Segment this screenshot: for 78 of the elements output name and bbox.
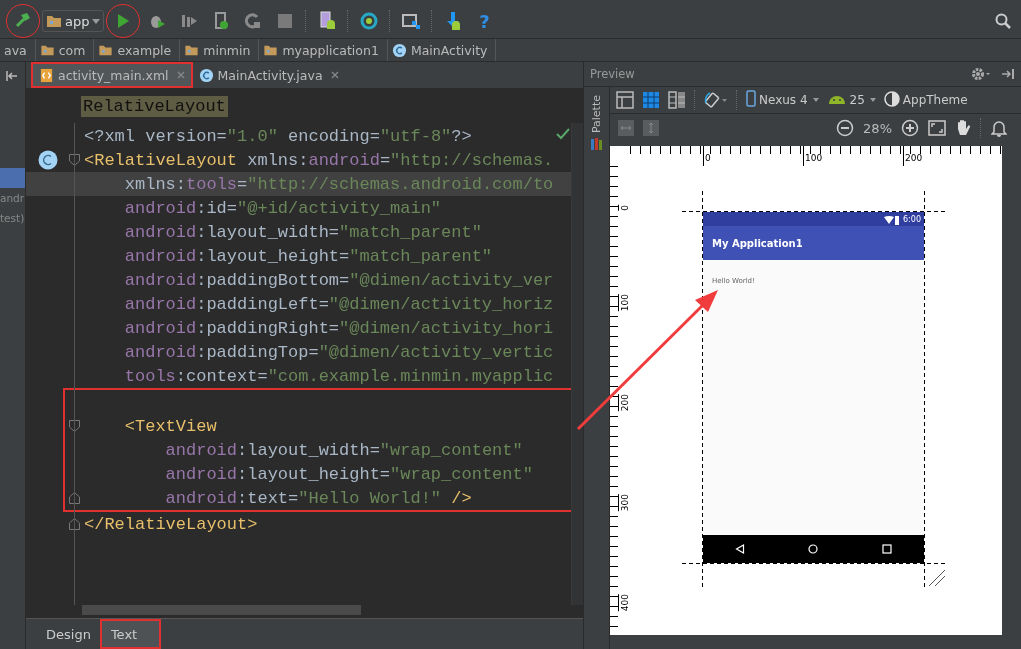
books-icon (589, 137, 604, 152)
run-config-dropdown[interactable]: app (42, 10, 105, 32)
code-text: <TextView (123, 416, 217, 436)
fold-marker-icon[interactable] (69, 518, 80, 530)
phone-icon (746, 90, 756, 110)
split-view-icon[interactable] (668, 91, 686, 109)
code-text: android:paddingRight="@dimen/activity_hori (123, 318, 554, 338)
fold-marker-icon[interactable] (69, 154, 80, 166)
bell-icon[interactable] (991, 119, 1007, 137)
folder-icon (184, 43, 200, 57)
code-text: tools:context="com.example.minmin.myapplic (123, 366, 554, 386)
code-text: android:id="@+id/activity_main" (123, 198, 442, 218)
editor-mode-tab[interactable]: Design (37, 619, 100, 649)
android-folder-icon (46, 13, 62, 29)
code-text: android:paddingTop="@dimen/activity_vertic (123, 342, 554, 362)
folder-icon (263, 43, 279, 57)
breadcrumb-item[interactable]: ava (0, 39, 36, 61)
app-title: My Application1 (712, 237, 803, 249)
caret-icon (92, 18, 101, 24)
xml-file-icon (39, 67, 54, 83)
sync-icon (359, 11, 380, 31)
code-text: xmlns:tools="http://schemas.android.com/to (123, 174, 554, 194)
back-icon[interactable] (734, 544, 745, 554)
class-icon (198, 67, 214, 83)
gear-icon[interactable] (971, 67, 991, 81)
phone-android-icon (317, 11, 338, 31)
theme-dropdown[interactable]: AppTheme (883, 90, 968, 110)
close-icon[interactable] (330, 71, 339, 79)
code-text: android:paddingBottom="@dimen/activity_ver (123, 270, 554, 290)
resize-handle-icon[interactable] (928, 569, 946, 587)
class-icon (391, 42, 407, 58)
breadcrumb-item[interactable]: MainActivity (387, 39, 497, 61)
code-text: </RelativeLayout> (84, 514, 258, 534)
editor-tab[interactable]: MainActivity.java (192, 62, 345, 88)
project-tree-row[interactable]: andr (0, 188, 25, 208)
fold-marker-icon[interactable] (69, 420, 80, 432)
project-tree-row[interactable]: test) (0, 208, 25, 228)
api-level-dropdown[interactable]: 25 (826, 92, 876, 108)
recents-icon[interactable] (882, 544, 893, 554)
half-circle-icon (883, 90, 900, 110)
blueprint-view-icon[interactable] (642, 91, 660, 109)
code-text: android:text="Hello World!" /> (164, 488, 472, 508)
fit-screen-icon[interactable] (928, 120, 946, 136)
code-text: android:paddingLeft="@dimen/activity_horiz (123, 294, 554, 314)
code-text: android:layout_height="match_parent" (123, 246, 493, 266)
rotate-icon[interactable] (704, 91, 728, 109)
class-marker-icon[interactable] (37, 150, 58, 170)
zoom-level: 28% (863, 120, 892, 136)
search-icon[interactable] (995, 13, 1011, 29)
status-time: 6:00 (903, 214, 921, 224)
editor-tab[interactable]: activity_main.xml (31, 62, 193, 88)
code-text: android:layout_width="wrap_content" (164, 440, 523, 460)
panel-title: Preview (590, 67, 635, 81)
hide-panel-icon[interactable] (1001, 68, 1015, 80)
zoom-out-icon[interactable] (836, 119, 855, 137)
vertical-scrollbar[interactable] (571, 123, 583, 605)
code-text: android:layout_height="wrap_content" (164, 464, 533, 484)
caret-icon (812, 98, 819, 102)
zoom-in-icon[interactable] (901, 119, 919, 137)
device-dropdown[interactable]: Nexus 4 (746, 90, 819, 110)
design-view-icon[interactable] (616, 91, 634, 109)
folder-icon (39, 43, 55, 57)
breadcrumb-item[interactable]: com (35, 39, 95, 61)
breadcrumb-item[interactable]: example (94, 39, 181, 61)
editor-mode-tab[interactable]: Text (99, 619, 162, 649)
palette-tab[interactable]: Palette (590, 95, 603, 134)
folder-icon (98, 43, 114, 57)
hand-icon[interactable] (955, 119, 971, 137)
code-text: <RelativeLayout xmlns:android="http://schemas. (84, 150, 554, 170)
breadcrumb-item[interactable]: myapplication1 (259, 39, 388, 61)
caret-icon (869, 98, 876, 102)
home-icon[interactable] (808, 544, 819, 554)
help-button[interactable]: ? (470, 6, 499, 36)
folder-grid-icon (401, 11, 422, 31)
breadcrumb-item[interactable]: minmin (180, 39, 260, 61)
code-text: android:layout_width="match_parent" (123, 222, 482, 242)
code-text: <?xml version="1.0" encoding="utf-8"?> (84, 126, 472, 146)
fold-marker-icon[interactable] (69, 492, 80, 504)
